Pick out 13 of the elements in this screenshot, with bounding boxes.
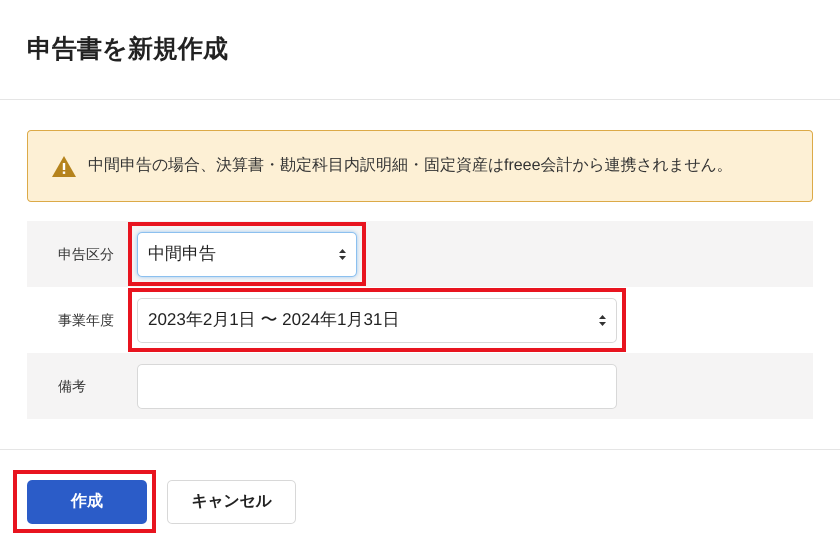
dialog-title: 申告書を新規作成	[27, 34, 228, 65]
input-field[interactable]	[137, 364, 617, 408]
alert-message: 中間申告の場合、決算書・勘定科目内訳明細・固定資産はfreee会計から連携されません。	[88, 156, 732, 176]
sort-icon	[599, 314, 606, 326]
field-label: 事業年度	[58, 310, 115, 330]
select-field[interactable]: 2023年2月1日 〜 2024年1月31日	[137, 298, 617, 342]
sort-icon	[339, 248, 346, 260]
field-label: 備考	[58, 376, 87, 396]
warning-icon	[52, 156, 76, 176]
field-label: 申告区分	[58, 244, 115, 264]
cancel-button[interactable]: キャンセル	[167, 480, 296, 524]
create-button[interactable]: 作成	[27, 480, 147, 524]
select-field[interactable]: 中間申告	[137, 232, 357, 276]
